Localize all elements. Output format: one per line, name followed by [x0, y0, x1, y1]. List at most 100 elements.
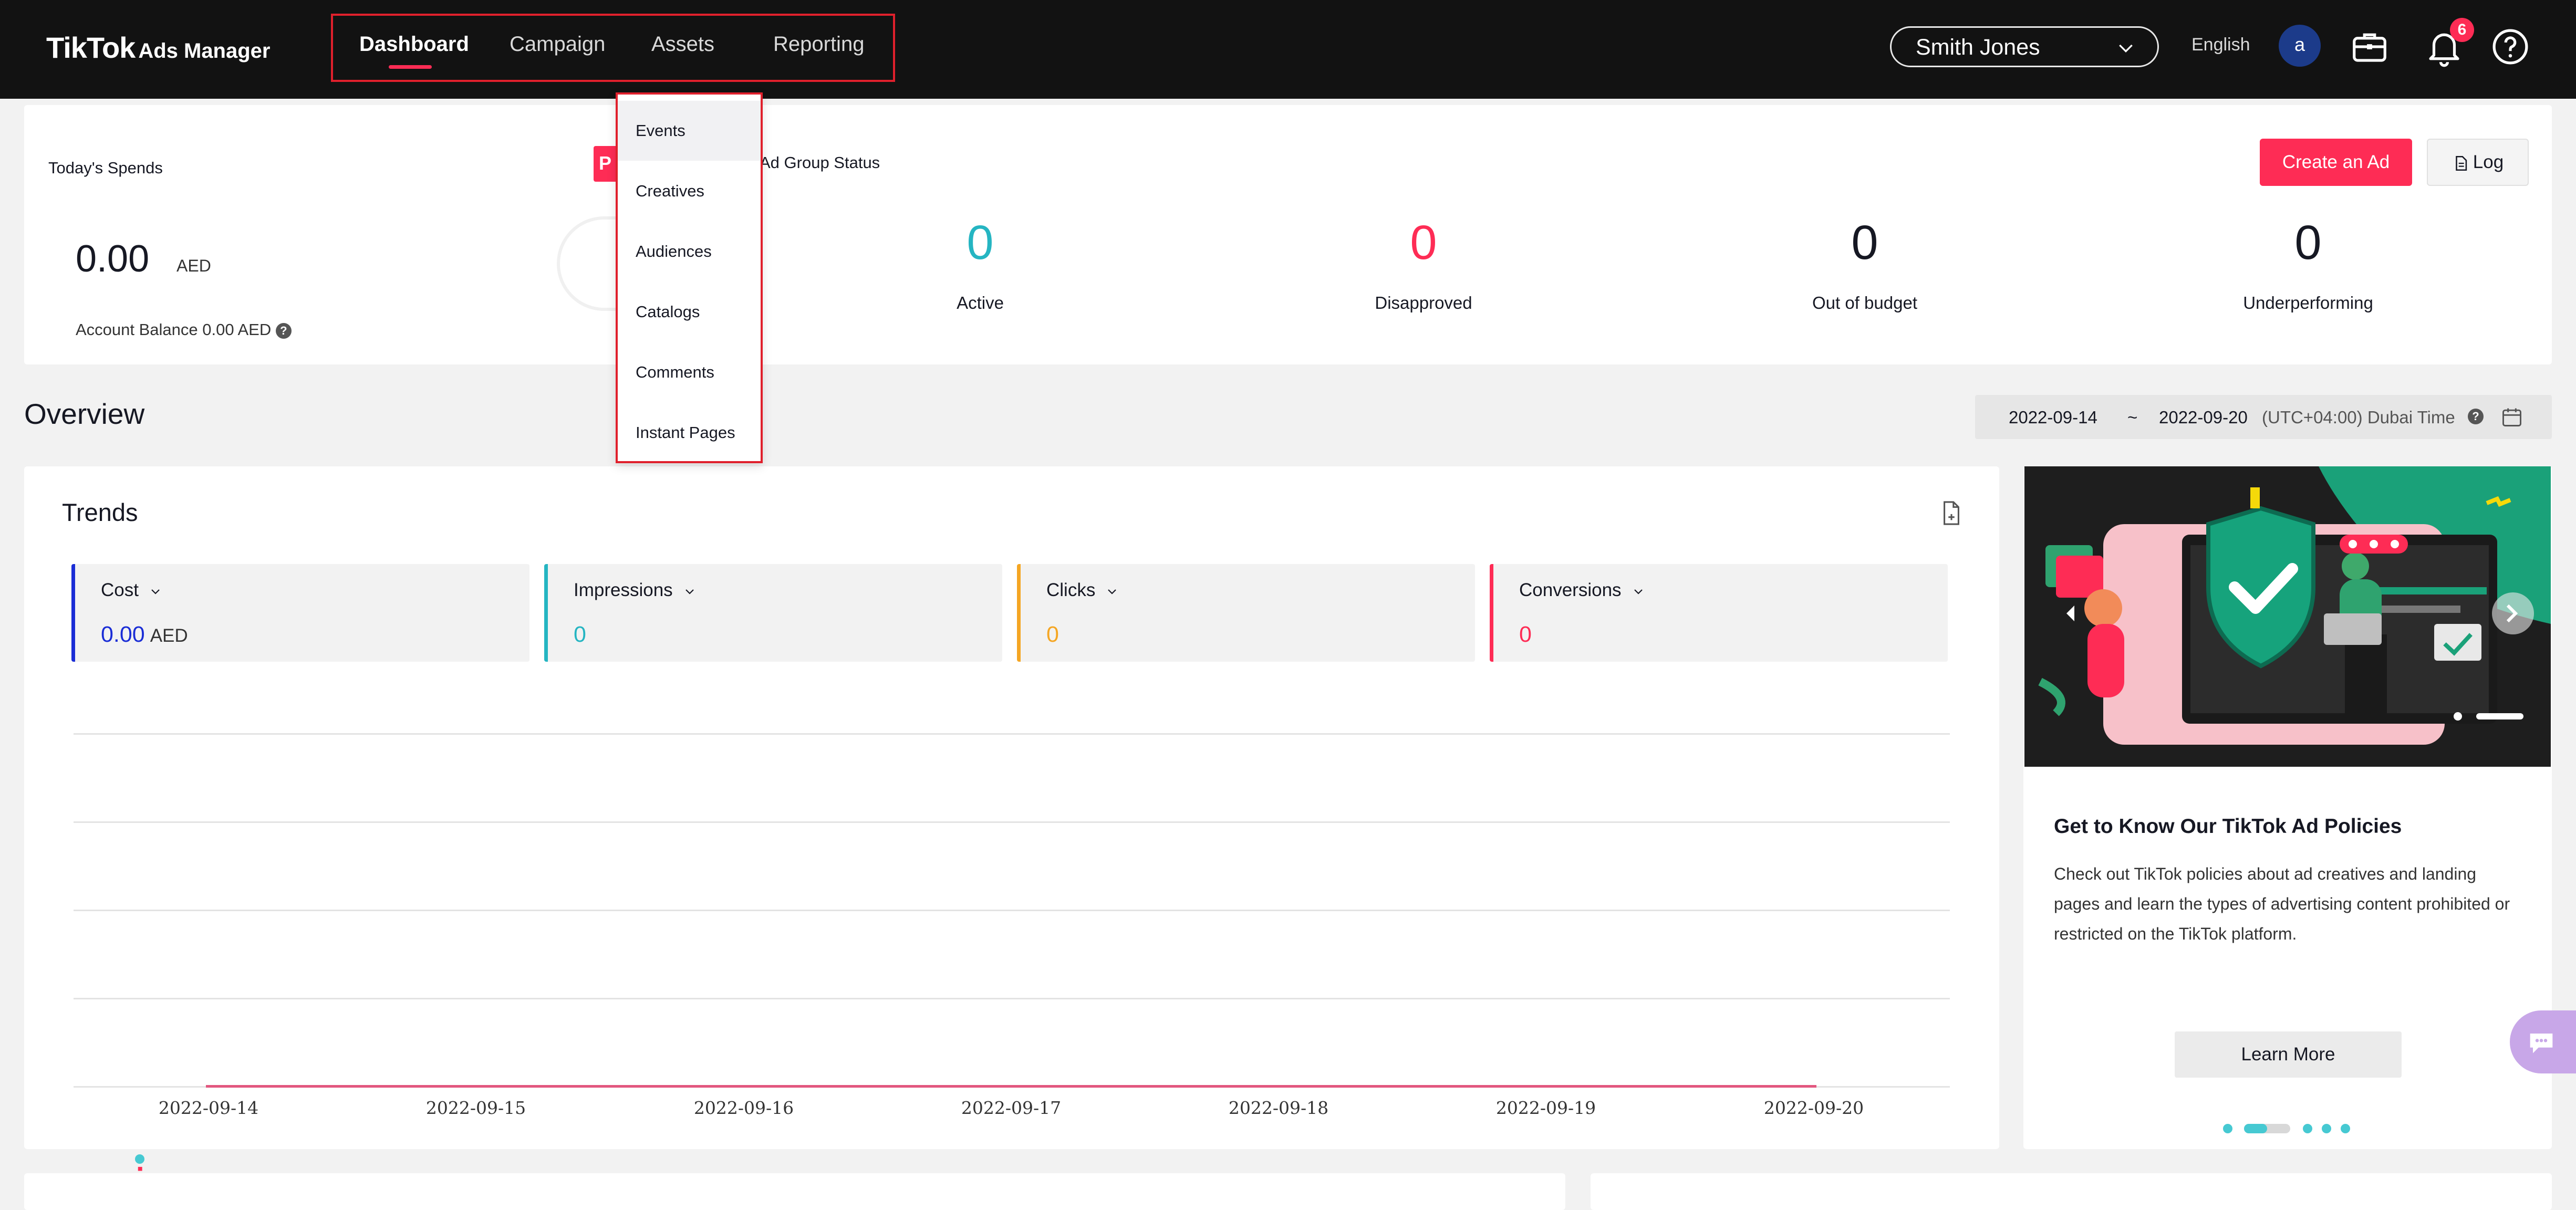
logo-main: TikTok [46, 31, 136, 64]
info-icon[interactable]: ? [275, 322, 292, 339]
carousel-dot-active[interactable] [2244, 1124, 2290, 1133]
briefcase-icon[interactable] [2349, 26, 2390, 67]
metric-cost-number: 0.00 [101, 622, 145, 647]
metric-conversions[interactable]: Conversions 0 [1490, 564, 1948, 662]
x-axis-label: 2022-09-18 [1228, 1098, 1329, 1118]
metric-cost-unit: AED [150, 625, 188, 646]
metric-conversions-name[interactable]: Conversions [1519, 580, 1645, 601]
ad-policy-illustration [2024, 466, 2551, 767]
timezone-label: (UTC+04:00) Dubai Time [2262, 408, 2455, 427]
menu-item-events[interactable]: Events [618, 101, 761, 161]
create-ad-button[interactable]: Create an Ad [2260, 139, 2412, 186]
metric-conversions-value: 0 [1519, 622, 1532, 647]
menu-item-instant-pages[interactable]: Instant Pages [618, 403, 761, 463]
promo-body: Check out TikTok policies about ad creat… [2054, 864, 2510, 943]
date-separator: ~ [2127, 408, 2138, 427]
menu-item-catalogs[interactable]: Catalogs [618, 282, 761, 342]
metric-impressions[interactable]: Impressions 0 [544, 564, 1002, 662]
trends-title: Trends [62, 498, 138, 526]
account-name: Smith Jones [1916, 35, 2040, 60]
metric-clicks-value: 0 [1046, 622, 1059, 647]
metric-cost-name[interactable]: Cost [101, 580, 162, 601]
date-range-picker[interactable]: 2022-09-14 ~ 2022-09-20 (UTC+04:00) Duba… [1975, 395, 2552, 439]
log-button-label: Log [2473, 152, 2504, 172]
metric-impressions-name[interactable]: Impressions [574, 580, 696, 601]
date-end[interactable]: 2022-09-20 [2159, 408, 2248, 427]
calendar-icon[interactable] [2500, 405, 2523, 429]
bottom-card-left [24, 1173, 1565, 1210]
x-axis-label: 2022-09-15 [425, 1098, 526, 1118]
chart-gridline [74, 998, 1950, 999]
nav-campaign[interactable]: Campaign [510, 33, 605, 56]
status-disapproved-value[interactable]: 0 [1266, 215, 1581, 270]
chevron-down-icon [1634, 589, 1643, 594]
account-balance-text: Account Balance 0.00 AED [76, 320, 272, 339]
carousel-dot[interactable] [2341, 1124, 2350, 1133]
metric-color-bar [1017, 564, 1021, 662]
carousel-dot[interactable] [2303, 1124, 2312, 1133]
metric-clicks[interactable]: Clicks 0 [1017, 564, 1475, 662]
menu-item-audiences[interactable]: Audiences [618, 222, 761, 281]
chevron-down-icon [151, 589, 160, 594]
menu-item-comments[interactable]: Comments [618, 342, 761, 402]
status-underperforming-label: Underperforming [2243, 293, 2373, 312]
status-active-label: Active [957, 293, 1004, 312]
metric-conversions-label: Conversions [1519, 580, 1622, 600]
status-underperforming-value[interactable]: 0 [2151, 215, 2466, 270]
overview-title: Overview [24, 398, 145, 430]
pink-tag-icon: P [594, 146, 618, 182]
chevron-down-icon [2119, 44, 2133, 53]
carousel-progress [2244, 1124, 2267, 1133]
status-out-of-budget-value[interactable]: 0 [1707, 215, 2022, 270]
date-start[interactable]: 2022-09-14 [2009, 408, 2097, 427]
metric-color-bar [1490, 564, 1493, 662]
notification-badge: 6 [2450, 18, 2474, 42]
x-axis-label: 2022-09-17 [961, 1098, 1062, 1118]
chart-gridline [74, 733, 1950, 735]
status-disapproved-label: Disapproved [1375, 293, 1472, 312]
assets-dropdown-menu: Events Creatives Audiences Catalogs Comm… [616, 92, 763, 463]
logo-sub: Ads Manager [138, 39, 271, 62]
chart-gridline [74, 821, 1950, 823]
account-balance: Account Balance 0.00 AED ? [76, 320, 292, 339]
ad-group-status-title: Ad Group Status [760, 153, 880, 172]
spend-value: 0.00 [76, 238, 150, 280]
metric-impressions-value: 0 [574, 622, 586, 647]
metric-impressions-label: Impressions [574, 580, 673, 600]
todays-spends-title: Today's Spends [48, 159, 163, 177]
language-switch[interactable]: English [2191, 35, 2250, 55]
avatar[interactable]: a [2279, 25, 2321, 67]
timezone-info-icon[interactable]: ? [2468, 409, 2484, 424]
carousel-dot[interactable] [2223, 1124, 2232, 1133]
log-button[interactable]: Log [2427, 139, 2529, 186]
chat-icon [2530, 1034, 2553, 1053]
trend-series-line [206, 1085, 1816, 1088]
chart-gridline [74, 910, 1950, 911]
x-axis-label: 2022-09-16 [693, 1098, 794, 1118]
metric-cost[interactable]: Cost 0.00 AED [71, 564, 529, 662]
metric-clicks-name[interactable]: Clicks [1046, 580, 1118, 601]
x-axis-label: 2022-09-20 [1763, 1098, 1864, 1118]
metric-color-bar [544, 564, 548, 662]
chevron-down-icon [1108, 589, 1117, 594]
learn-more-button[interactable]: Learn More [2175, 1031, 2402, 1078]
export-icon[interactable] [1939, 500, 1964, 526]
promo-title: Get to Know Our TikTok Ad Policies [2054, 815, 2402, 838]
metric-color-bar [71, 564, 75, 662]
account-selector[interactable]: Smith Jones [1890, 26, 2159, 67]
x-axis-label: 2022-09-14 [158, 1098, 259, 1118]
menu-item-creatives[interactable]: Creatives [618, 161, 761, 221]
metric-cost-value: 0.00 AED [101, 622, 188, 648]
nav-reporting[interactable]: Reporting [773, 33, 864, 56]
tiktok-ads-manager-logo[interactable]: TikTok: Ads Manager [46, 30, 271, 1188]
help-icon[interactable] [2490, 26, 2531, 67]
chat-support-button[interactable] [2510, 1010, 2576, 1073]
metric-clicks-label: Clicks [1046, 580, 1096, 600]
status-active-value[interactable]: 0 [823, 215, 1138, 270]
carousel-dot[interactable] [2322, 1124, 2331, 1133]
bottom-card-right [1591, 1173, 2552, 1210]
nav-assets[interactable]: Assets [651, 33, 714, 56]
metric-cost-label: Cost [101, 580, 139, 600]
x-axis-label: 2022-09-19 [1495, 1098, 1596, 1118]
nav-dashboard[interactable]: Dashboard [359, 33, 469, 56]
